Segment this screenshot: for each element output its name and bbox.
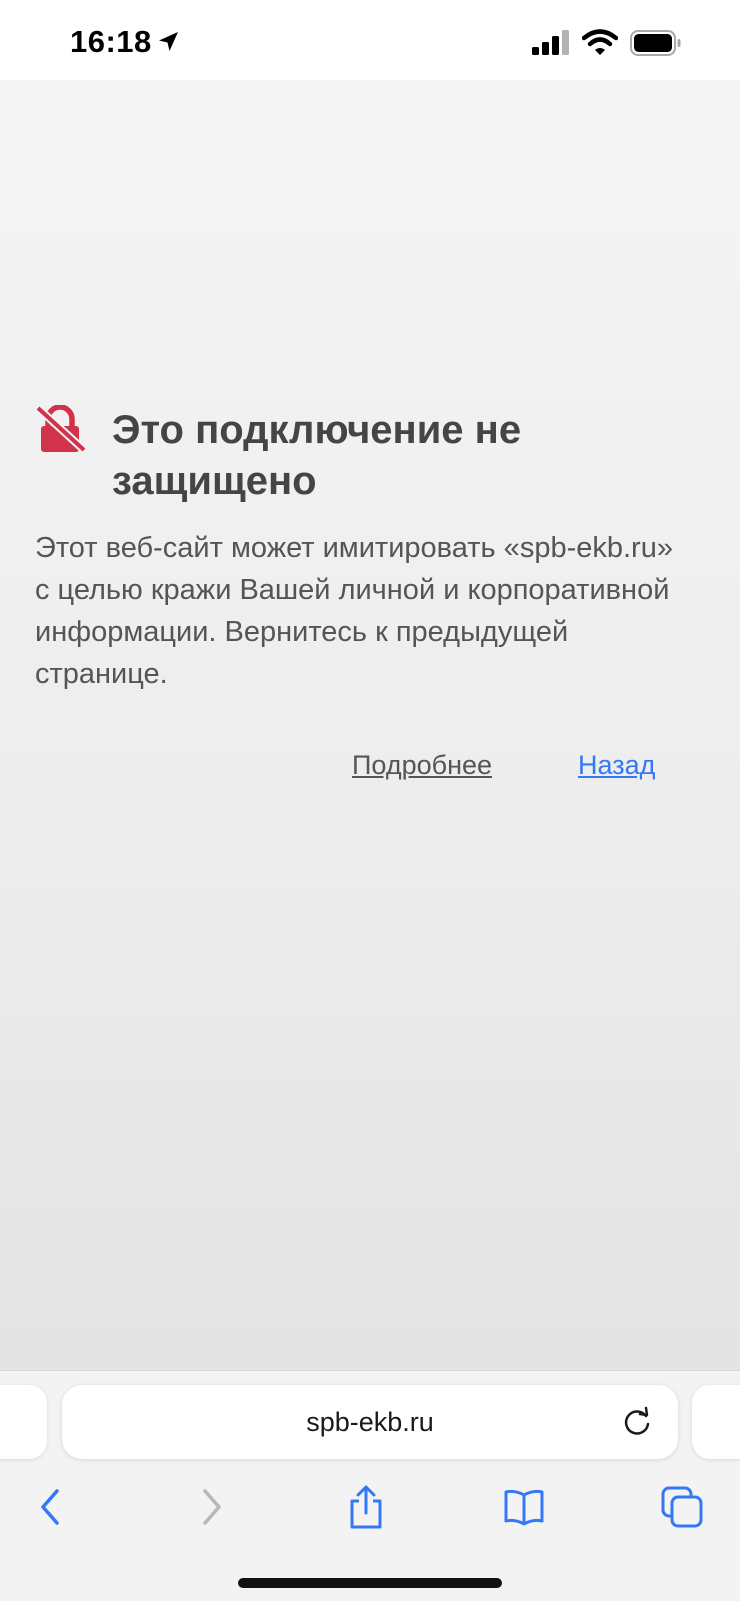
- forward-icon: [197, 1487, 227, 1532]
- reload-icon[interactable]: [620, 1405, 654, 1444]
- error-title: Это подключение не защищено: [112, 408, 522, 503]
- next-tab-preview[interactable]: [692, 1385, 740, 1459]
- location-arrow-icon: [156, 30, 180, 59]
- back-link[interactable]: Назад: [578, 748, 655, 782]
- error-page: [0, 80, 740, 1370]
- tabs-icon: [660, 1485, 704, 1534]
- status-time: 16:18: [70, 24, 152, 59]
- wifi-icon: [581, 28, 619, 61]
- details-link[interactable]: Подробнее: [352, 748, 492, 782]
- tabs-button[interactable]: [654, 1481, 710, 1537]
- forward-button[interactable]: [184, 1481, 240, 1537]
- previous-tab-preview[interactable]: [0, 1385, 47, 1459]
- address-url[interactable]: spb-ekb.ru: [62, 1385, 678, 1459]
- browser-bottom-bar: spb-ekb.ru: [0, 1370, 740, 1601]
- cellular-signal-icon: [532, 30, 570, 61]
- back-icon: [35, 1487, 65, 1532]
- share-icon: [346, 1485, 386, 1534]
- address-bar[interactable]: spb-ekb.ru: [62, 1385, 678, 1459]
- share-button[interactable]: [338, 1481, 394, 1537]
- battery-icon: [630, 30, 682, 61]
- home-indicator: [238, 1578, 502, 1588]
- status-bar: 16:18: [0, 0, 740, 80]
- bookmarks-button[interactable]: [496, 1481, 552, 1537]
- error-description: Этот веб-сайт может имитировать «spb-ekb…: [35, 532, 673, 690]
- bookmarks-icon: [502, 1487, 546, 1532]
- back-button[interactable]: [22, 1481, 78, 1537]
- insecure-lock-icon: [34, 404, 87, 458]
